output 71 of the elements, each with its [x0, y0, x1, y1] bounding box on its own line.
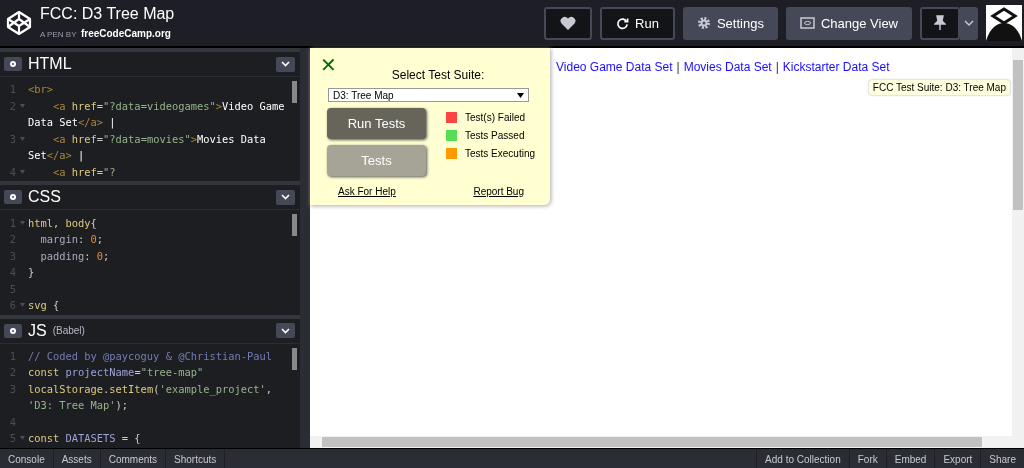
settings-icon[interactable] — [4, 57, 22, 71]
code-line: } — [28, 266, 35, 279]
bug-link[interactable]: Report Bug — [473, 186, 524, 197]
code-line: localStorage.setItem('example_project', — [28, 382, 273, 395]
code-line: padding: 0; — [39, 249, 110, 262]
settings-icon[interactable] — [4, 323, 22, 338]
legend-label: Tests Executing — [465, 148, 536, 159]
footer-tab[interactable]: Assets — [53, 449, 101, 468]
code-line: <br> — [28, 83, 54, 96]
pin-button[interactable] — [920, 6, 960, 40]
footer-tab[interactable]: Shortcuts — [166, 449, 226, 468]
caret-icon[interactable] — [276, 323, 295, 339]
scrollbar-thumb[interactable] — [292, 81, 297, 103]
editor-title: CSS — [28, 188, 61, 207]
code-line: Set</a> | — [28, 149, 85, 162]
close-button[interactable]: ✕ — [320, 56, 338, 74]
window-icon — [799, 17, 815, 29]
editor-title: JS — [28, 321, 47, 340]
code-line: svg { — [28, 299, 60, 312]
run-button[interactable]: Run — [600, 6, 675, 40]
separator: | — [775, 60, 779, 74]
cube-logo-icon[interactable] — [6, 10, 32, 36]
pen-title: FCC: D3 Tree Map — [40, 5, 175, 23]
avatar[interactable] — [986, 5, 1022, 41]
vertical-scrollbar[interactable] — [1012, 48, 1024, 448]
heart-icon — [560, 16, 577, 30]
settings-icon — [696, 16, 711, 30]
caret-icon[interactable] — [276, 56, 295, 72]
code-line: margin: 0; — [39, 233, 104, 246]
code-line: const projectName="tree-map" — [28, 366, 204, 379]
legend-label: Test(s) Failed — [465, 112, 525, 123]
refresh-icon — [616, 16, 630, 30]
code-line: <a href="?data=movies">Movies Data — [52, 132, 266, 145]
pin-icon — [934, 15, 946, 31]
author-link[interactable]: freeCodeCamp.org — [80, 28, 171, 39]
footer-tab[interactable]: Console — [0, 449, 54, 468]
footer-button[interactable]: Embed — [885, 449, 935, 468]
settings-icon[interactable] — [4, 190, 22, 205]
editor-title: HTML — [28, 55, 72, 73]
scrollbar-thumb[interactable] — [292, 214, 297, 237]
byline-label: A PEN BY — [40, 30, 77, 39]
separator: | — [676, 60, 680, 74]
code-line: // Coded by @paycoguy & @Christian-Paul — [28, 349, 272, 362]
footer-button[interactable]: Add to Collection — [756, 449, 849, 468]
dataset-link[interactable]: Movies Data Set — [683, 60, 772, 74]
heart-button[interactable] — [544, 6, 593, 40]
footer-button[interactable]: Fork — [848, 449, 886, 468]
panel-heading: Select Test Suite: — [391, 68, 485, 82]
code-line: <a href="?data=videogames">Video Game — [52, 99, 285, 112]
caret-icon — [517, 92, 524, 98]
editor-subtitle: (Babel) — [52, 325, 85, 337]
run-tests-button[interactable]: Run Tests — [327, 108, 426, 139]
horizontal-scrollbar[interactable] — [310, 436, 1012, 448]
tooltip: FCC Test Suite: D3: Tree Map — [868, 80, 1010, 95]
view-button[interactable]: Change View — [785, 6, 912, 40]
settings-button[interactable]: Settings — [682, 6, 778, 40]
code-line: Data Set</a> | — [28, 116, 116, 129]
footer-tab[interactable]: Comments — [100, 449, 167, 468]
scrollbar-thumb[interactable] — [292, 347, 297, 370]
code-line: 'D3: Tree Map'); — [28, 399, 129, 412]
suite-dropdown[interactable]: D3: Tree Map — [328, 88, 529, 102]
legend-label: Tests Passed — [465, 130, 525, 141]
dataset-link[interactable]: Video Game Data Set — [556, 60, 673, 74]
code-line: <a href="? — [52, 165, 116, 178]
code-line: html, body{ — [28, 216, 97, 229]
code-line: const DATASETS = { — [28, 432, 141, 445]
footer-button[interactable]: Export — [934, 449, 981, 468]
footer-button[interactable]: Share — [980, 449, 1024, 468]
help-link[interactable]: Ask For Help — [338, 186, 396, 197]
dataset-link[interactable]: Kickstarter Data Set — [782, 60, 890, 74]
caret-icon[interactable] — [276, 189, 295, 205]
